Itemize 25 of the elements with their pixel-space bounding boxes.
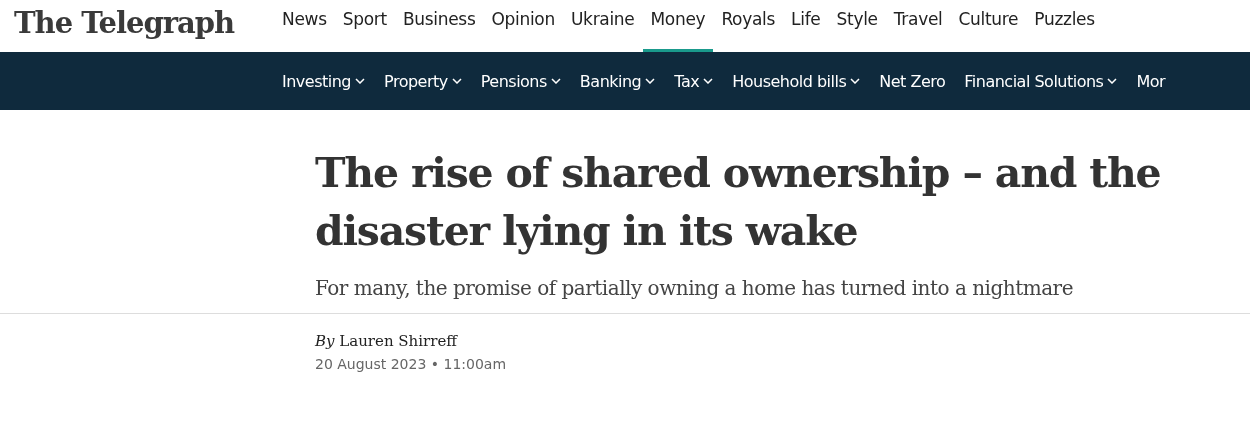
nav-link[interactable]: Opinion (483, 0, 563, 52)
byline: By Lauren Shirreff (315, 332, 459, 350)
section-link[interactable]: Property (384, 71, 462, 91)
nav-link[interactable]: Culture (950, 0, 1027, 52)
section-link[interactable]: Pensions (480, 71, 561, 91)
section-link[interactable]: Mor (1136, 71, 1166, 91)
nav-link[interactable]: Travel (885, 0, 951, 52)
nav-link[interactable]: Sport (334, 0, 395, 52)
section-link[interactable]: Banking (579, 71, 656, 91)
nav-link[interactable]: Life (783, 0, 829, 52)
logo[interactable]: The Telegraph (14, 4, 254, 42)
publish-date: 20 August 2023 • 11:00am (315, 356, 508, 372)
nav-link[interactable]: Puzzles (1026, 0, 1103, 52)
section-link[interactable]: Tax (674, 71, 714, 91)
section-link[interactable]: Household bills (732, 71, 861, 91)
nav-link[interactable]: News (274, 0, 335, 52)
standfirst: For many, the promise of partially owning a home has turned into a nightmare (315, 276, 1074, 300)
nav-link[interactable]: Ukraine (562, 0, 643, 52)
nav-link[interactable]: Style (828, 0, 886, 52)
headline: The rise of shared ownership – and the disaster lying in its wake (315, 148, 1162, 257)
nav-link[interactable]: Royals (713, 0, 784, 52)
section-link[interactable]: Investing (282, 71, 366, 91)
section-link[interactable]: Net Zero (879, 71, 946, 91)
nav-link[interactable]: Business (394, 0, 484, 52)
section-link[interactable]: Financial Solutions (964, 71, 1118, 91)
